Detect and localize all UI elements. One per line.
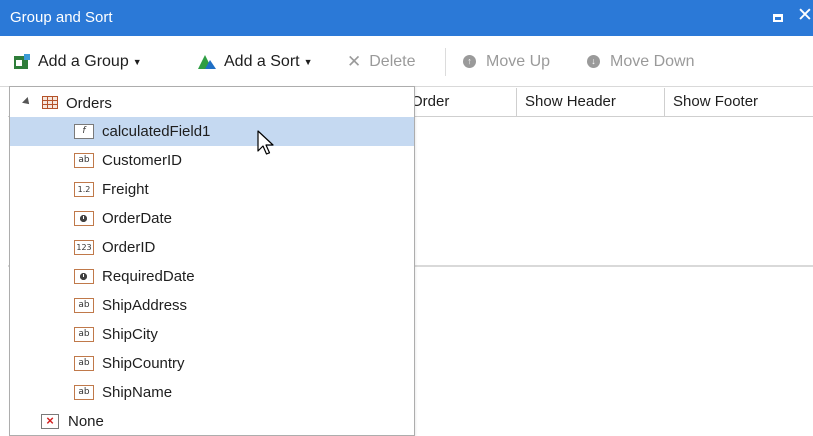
- list-item-calculatedfield1[interactable]: f calculatedField1: [10, 117, 414, 146]
- date-field-icon: [74, 269, 94, 284]
- move-up-label: Move Up: [486, 53, 551, 70]
- list-item-orderdate[interactable]: OrderDate: [10, 204, 414, 233]
- column-header-show-footer[interactable]: Show Footer: [665, 88, 813, 116]
- calculated-field-icon: f: [74, 124, 94, 139]
- toolbar-separator: [445, 48, 446, 76]
- string-field-icon: ab: [74, 385, 94, 400]
- list-item-orderid[interactable]: 123 OrderID: [10, 233, 414, 262]
- move-down-label: Move Down: [610, 53, 695, 70]
- maximize-icon[interactable]: [773, 14, 783, 22]
- field-label: ShipName: [102, 384, 173, 401]
- add-sort-label: Add a Sort: [224, 53, 300, 70]
- tree-node-label: Orders: [66, 95, 112, 112]
- string-field-icon: ab: [74, 327, 94, 342]
- chevron-down-icon: ▼: [303, 57, 313, 67]
- expand-arrow-icon[interactable]: [22, 97, 32, 107]
- move-up-button[interactable]: ↑ Move Up: [463, 52, 550, 72]
- list-item-freight[interactable]: 1.2 Freight: [10, 175, 414, 204]
- column-header-show-header[interactable]: Show Header: [517, 88, 665, 116]
- field-label: calculatedField1: [102, 123, 211, 140]
- delete-button[interactable]: ✕ Delete: [347, 52, 416, 72]
- decimal-field-icon: 1.2: [74, 182, 94, 197]
- delete-icon: ✕: [347, 52, 362, 71]
- list-item-shipcountry[interactable]: ab ShipCountry: [10, 349, 414, 378]
- list-item-none[interactable]: × None: [10, 407, 414, 436]
- add-group-label: Add a Group: [38, 53, 129, 70]
- list-item-shipaddress[interactable]: ab ShipAddress: [10, 291, 414, 320]
- add-sort-icon: [198, 55, 216, 69]
- field-label: Freight: [102, 181, 149, 198]
- field-label: OrderDate: [102, 210, 173, 227]
- none-icon: ×: [41, 414, 59, 429]
- field-label: ShipAddress: [102, 297, 188, 314]
- list-item-requireddate[interactable]: RequiredDate: [10, 262, 414, 291]
- field-label: None: [68, 413, 104, 430]
- add-group-icon: [14, 54, 30, 69]
- field-label: CustomerID: [102, 152, 183, 169]
- close-icon[interactable]: ✕: [797, 6, 813, 25]
- field-label: OrderID: [102, 239, 156, 256]
- integer-field-icon: 123: [74, 240, 94, 255]
- window-title: Group and Sort: [10, 9, 113, 26]
- string-field-icon: ab: [74, 153, 94, 168]
- string-field-icon: ab: [74, 356, 94, 371]
- add-group-button[interactable]: Add a Group ▼: [12, 52, 142, 72]
- add-sort-button[interactable]: Add a Sort ▼: [196, 52, 313, 72]
- field-label: ShipCity: [102, 326, 158, 343]
- field-label: ShipCountry: [102, 355, 185, 372]
- move-down-icon: ↓: [587, 55, 600, 68]
- mouse-cursor-icon: [257, 130, 274, 155]
- toolbar: Add a Group ▼ Add a Sort ▼ ✕ Delete ↑ Move U…: [0, 36, 813, 87]
- move-down-button[interactable]: ↓ Move Down: [587, 52, 694, 72]
- list-item-shipcity[interactable]: ab ShipCity: [10, 320, 414, 349]
- window-titlebar: Group and Sort ✕: [0, 0, 813, 36]
- tree-node-orders[interactable]: Orders: [10, 89, 414, 118]
- list-item-customerid[interactable]: ab CustomerID: [10, 146, 414, 175]
- column-header-order[interactable]: Order: [403, 88, 517, 116]
- table-icon: [42, 96, 58, 109]
- list-item-shipname[interactable]: ab ShipName: [10, 378, 414, 407]
- chevron-down-icon: ▼: [132, 57, 142, 67]
- delete-label: Delete: [369, 53, 416, 70]
- move-up-icon: ↑: [463, 55, 476, 68]
- date-field-icon: [74, 211, 94, 226]
- field-label: RequiredDate: [102, 268, 195, 285]
- field-dropdown: Orders f calculatedField1 ab CustomerID …: [9, 86, 415, 436]
- string-field-icon: ab: [74, 298, 94, 313]
